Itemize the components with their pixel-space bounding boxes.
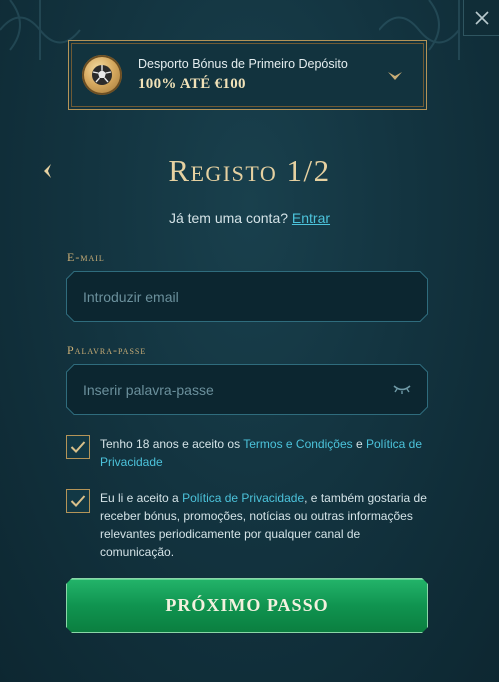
password-label: Palavra-passe — [67, 343, 147, 357]
password-input[interactable] — [67, 365, 427, 414]
terms-consent-row: Tenho 18 anos e aceito os Termos e Condi… — [66, 435, 428, 471]
marketing-consent-text: Eu li e aceito a Política de Privacidade… — [100, 489, 428, 561]
email-field-wrapper — [66, 271, 428, 322]
login-prompt-text: Já tem uma conta? — [168, 210, 289, 226]
next-step-button[interactable]: PRÓXIMO PASSO — [66, 578, 428, 633]
chevron-down-icon[interactable] — [387, 70, 403, 82]
close-button[interactable] — [463, 0, 499, 36]
marketing-privacy-link[interactable]: Política de Privacidade — [182, 491, 304, 505]
terms-text-before: Tenho 18 anos e aceito os — [100, 437, 244, 451]
terms-consent-text: Tenho 18 anos e aceito os Termos e Condi… — [100, 435, 428, 471]
password-field-wrapper — [66, 364, 428, 415]
marketing-text-before: Eu li e aceito a — [100, 491, 183, 505]
next-step-label: PRÓXIMO PASSO — [165, 595, 329, 615]
bonus-selector[interactable]: Desporto Bónus de Primeiro Depósito 100%… — [68, 40, 427, 110]
eye-closed-icon[interactable] — [393, 382, 411, 396]
login-prompt: Já tem uma conta? Entrar — [0, 210, 499, 226]
football-coin-icon — [82, 55, 122, 95]
checkmark-icon — [70, 441, 86, 453]
bonus-amount: 100% ATÉ €100 — [138, 76, 246, 92]
terms-text-and: e — [352, 437, 366, 451]
checkmark-icon — [70, 495, 86, 507]
login-link[interactable]: Entrar — [292, 210, 330, 226]
bonus-title: Desporto Bónus de Primeiro Depósito — [138, 57, 348, 71]
terms-checkbox[interactable] — [66, 435, 90, 459]
registration-modal: Desporto Bónus de Primeiro Depósito 100%… — [0, 0, 499, 682]
terms-link[interactable]: Termos e Condições — [243, 437, 352, 451]
email-input[interactable] — [67, 272, 427, 321]
close-icon — [474, 10, 489, 25]
marketing-checkbox[interactable] — [66, 489, 90, 513]
page-title: Registo 1/2 — [168, 153, 331, 188]
marketing-consent-row: Eu li e aceito a Política de Privacidade… — [66, 489, 428, 561]
email-label: E-mail — [67, 250, 105, 264]
